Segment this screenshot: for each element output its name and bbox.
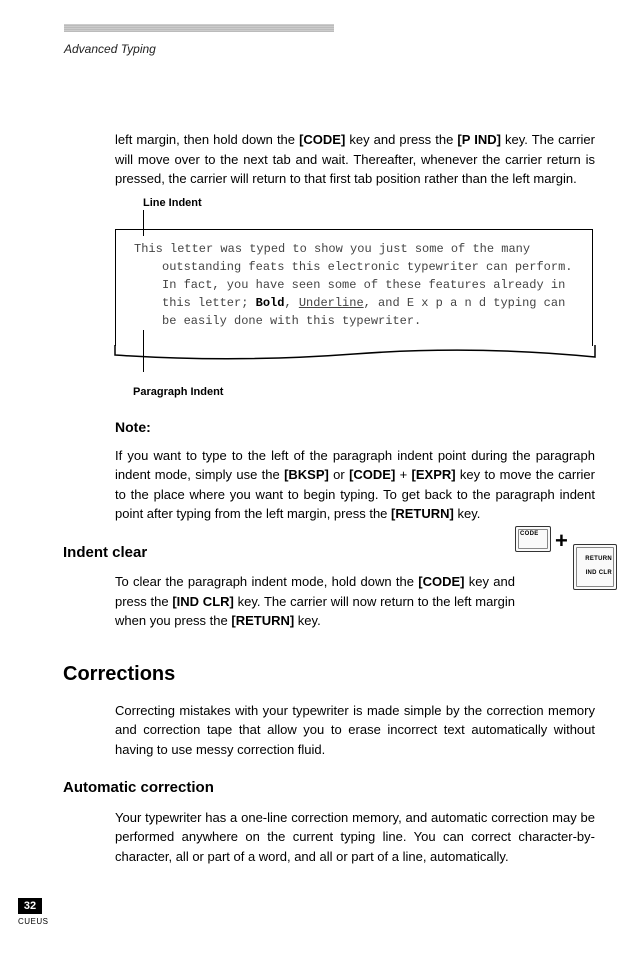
ic-d: key.: [294, 613, 321, 628]
note-c: +: [395, 467, 411, 482]
indent-clear-paragraph: To clear the paragraph indent mode, hold…: [115, 572, 515, 631]
line-indent-pointer: [143, 210, 144, 236]
sample-underline: Underline: [299, 296, 364, 310]
intro-text-b: key and press the: [345, 132, 457, 147]
return-key-2: [RETURN]: [231, 613, 294, 628]
automatic-correction-paragraph: Your typewriter has a one-line correctio…: [115, 808, 595, 867]
return-key: [RETURN]: [391, 506, 454, 521]
corrections-paragraph: Correcting mistakes with your typewriter…: [115, 701, 595, 760]
indclr-key: [IND CLR]: [172, 594, 234, 609]
sample-line-1: This letter was typed to show you just s…: [162, 240, 574, 276]
code-key-2: [CODE]: [349, 467, 395, 482]
expr-key: [EXPR]: [412, 467, 456, 482]
sample-l2b: ,: [284, 296, 298, 310]
intro-text-a: left margin, then hold down the: [115, 132, 299, 147]
return-keycap-label: RETURN: [585, 555, 612, 564]
code-keycap: CODE: [515, 526, 551, 552]
typewriter-sample-wrap: This letter was typed to show you just s…: [115, 229, 595, 362]
automatic-correction-heading: Automatic correction: [63, 777, 595, 800]
corrections-heading: Corrections: [63, 659, 595, 689]
note-e: key.: [454, 506, 481, 521]
scan-artifact-top: [64, 24, 334, 32]
bksp-key: [BKSP]: [284, 467, 329, 482]
typewriter-sample: This letter was typed to show you just s…: [115, 229, 593, 346]
sample-bold: Bold: [256, 296, 285, 310]
paragraph-indent-label: Paragraph Indent: [133, 384, 595, 401]
line-indent-label: Line Indent: [143, 195, 595, 212]
pind-key: [P IND]: [457, 132, 501, 147]
code-keycap-label: CODE: [520, 530, 539, 539]
return-keycap: RETURN IND CLR: [573, 544, 617, 590]
sample-bottom-edge: [115, 346, 593, 362]
indclr-keycap-label: IND CLR: [586, 569, 612, 578]
note-heading: Note:: [115, 417, 595, 438]
running-head: Advanced Typing: [64, 40, 156, 58]
note-paragraph: If you want to type to the left of the p…: [115, 446, 595, 524]
keyboard-diagram: CODE + RETURN IND CLR: [515, 526, 617, 594]
main-content: left margin, then hold down the [CODE] k…: [115, 130, 595, 872]
intro-paragraph: left margin, then hold down the [CODE] k…: [115, 130, 595, 189]
ic-a: To clear the paragraph indent mode, hold…: [115, 574, 418, 589]
plus-icon: +: [555, 524, 568, 557]
code-key: [CODE]: [299, 132, 345, 147]
note-b: or: [329, 467, 349, 482]
sample-line-2: In fact, you have seen some of these fea…: [162, 276, 574, 330]
code-key-3: [CODE]: [418, 574, 464, 589]
page-number: 32: [18, 898, 42, 914]
footer-code: CUEUS: [18, 916, 49, 928]
